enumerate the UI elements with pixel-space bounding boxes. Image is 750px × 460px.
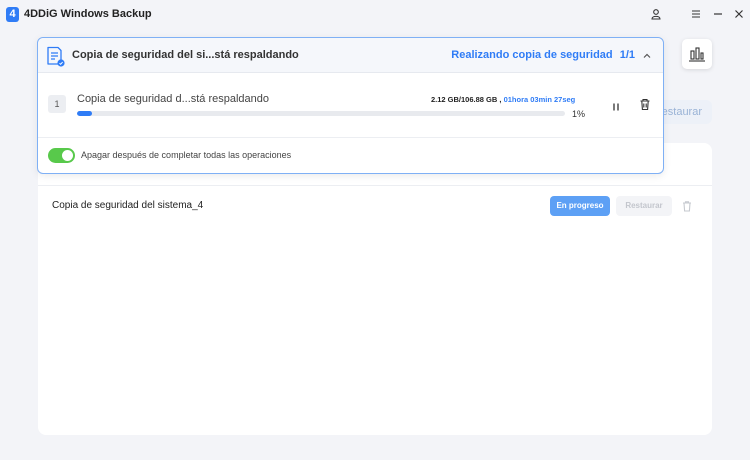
minimize-icon[interactable] <box>708 5 728 23</box>
row-delete-icon[interactable] <box>680 199 694 213</box>
account-icon[interactable] <box>646 5 666 23</box>
backup-status-text: Realizando copia de seguridad <box>451 49 613 61</box>
in-progress-button[interactable]: En progreso <box>550 196 610 216</box>
app-title: 4DDiG Windows Backup <box>24 8 152 20</box>
list-divider <box>38 185 712 186</box>
progress-bar <box>77 111 565 116</box>
task-remaining-time: 01hora 03min 27seg <box>503 95 576 104</box>
backup-progress-panel: Copia de seguridad del si...stá respalda… <box>37 37 664 174</box>
title-bar: 4 4DDiG Windows Backup <box>0 0 750 30</box>
backup-status: Realizando copia de seguridad 1/1 <box>451 49 635 61</box>
pause-icon[interactable] <box>611 99 621 111</box>
app-logo-icon: 4 <box>6 7 19 22</box>
chevron-up-icon[interactable] <box>641 49 653 61</box>
task-number: 1 <box>48 95 66 113</box>
settings-icon[interactable] <box>686 5 706 23</box>
document-icon <box>46 46 65 67</box>
backup-status-count: 1/1 <box>619 49 635 61</box>
backup-list-card <box>38 143 712 435</box>
statistics-button[interactable] <box>682 39 712 69</box>
shutdown-toggle[interactable] <box>48 148 75 163</box>
close-icon[interactable] <box>729 5 749 23</box>
row-restore-button[interactable]: Restaurar <box>616 196 672 216</box>
backup-row-name: Copia de seguridad del sistema_4 <box>52 200 204 211</box>
panel-header: Copia de seguridad del si...stá respalda… <box>38 38 663 73</box>
panel-title: Copia de seguridad del si...stá respalda… <box>72 49 299 61</box>
progress-percent: 1% <box>572 109 586 119</box>
task-size-text: 2.12 GB/106.88 GB , <box>431 95 502 104</box>
task-name: Copia de seguridad d...stá respaldando <box>77 93 270 105</box>
cancel-task-icon[interactable] <box>639 98 651 111</box>
bar-chart-icon <box>689 47 705 62</box>
toggle-knob <box>62 150 73 161</box>
shutdown-toggle-label: Apagar después de completar todas las op… <box>81 150 292 160</box>
task-size: 2.12 GB/106.88 GB , 01hora 03min 27seg <box>431 95 575 104</box>
panel-divider <box>38 137 663 138</box>
progress-bar-fill <box>77 111 92 116</box>
